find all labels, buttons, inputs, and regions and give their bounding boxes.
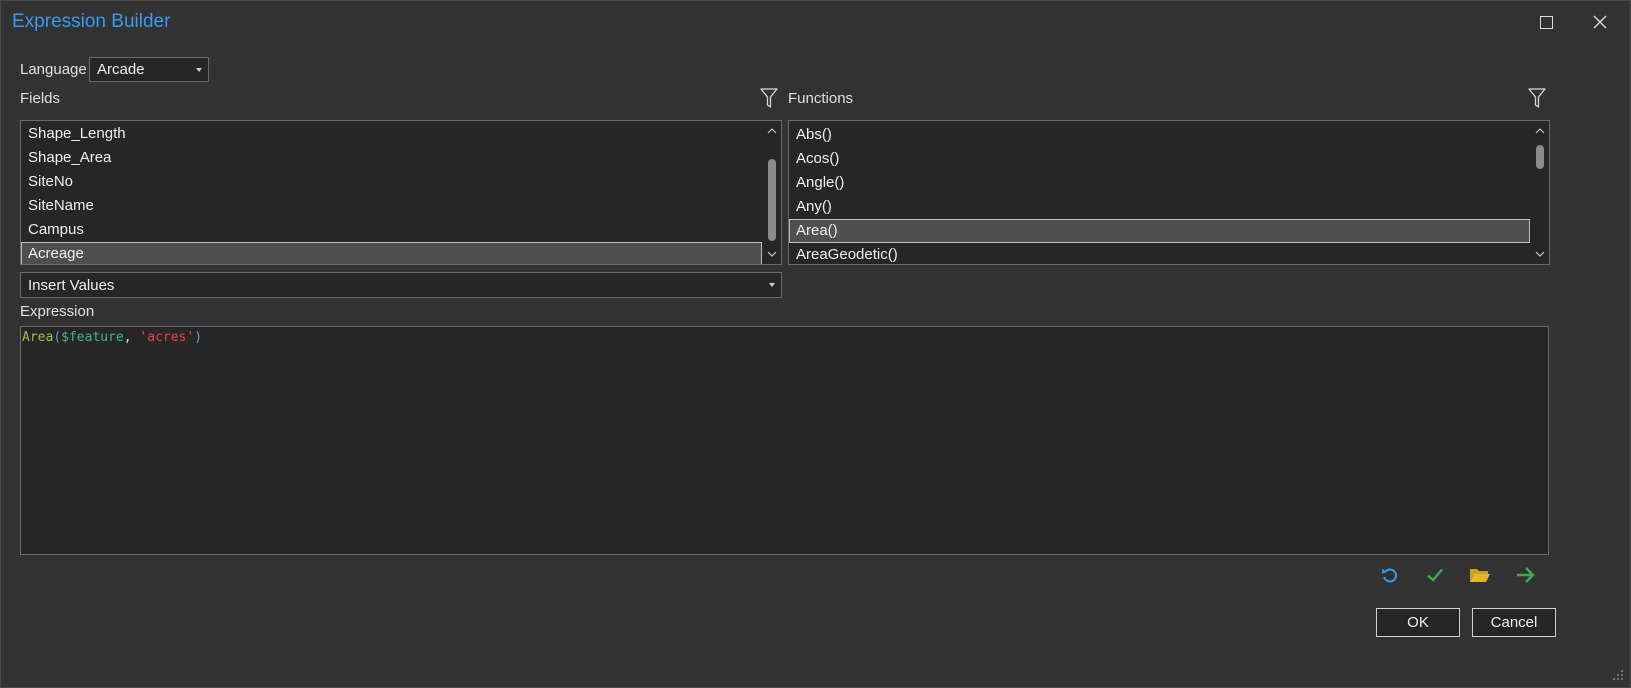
close-button[interactable] [1586, 9, 1614, 35]
list-item-selected[interactable]: Acreage [21, 242, 762, 264]
functions-filter-button[interactable] [1526, 86, 1548, 110]
undo-button[interactable] [1376, 562, 1404, 588]
folder-open-icon [1470, 569, 1490, 582]
close-icon [1593, 15, 1607, 29]
maximize-button[interactable] [1532, 9, 1560, 35]
export-button[interactable] [1512, 562, 1540, 588]
undo-icon [1382, 568, 1397, 583]
filter-icon [760, 88, 778, 108]
functions-scrollbar[interactable] [1531, 121, 1549, 264]
list-item[interactable]: AreaGeodetic() [789, 243, 1530, 264]
fields-list[interactable]: Shape_Length Shape_Area SiteNo SiteName … [20, 120, 782, 265]
list-item[interactable]: Angle() [789, 171, 1530, 195]
fields-label: Fields [20, 90, 61, 107]
expression-open-paren: ( [53, 330, 62, 345]
scrollbar-thumb[interactable] [768, 159, 776, 241]
list-item[interactable]: Shape_Area [21, 146, 762, 170]
chevron-up-icon[interactable] [1531, 123, 1549, 139]
list-item[interactable]: Acos() [789, 147, 1530, 171]
list-item-selected[interactable]: Area() [789, 219, 1530, 243]
expression-string-token: 'acres' [139, 330, 195, 345]
list-item[interactable]: SiteName [21, 194, 762, 218]
expression-editor[interactable]: Area($feature, 'acres') [20, 326, 1549, 555]
expression-comma: , [123, 330, 140, 345]
expression-function-token: Area [22, 330, 54, 345]
resize-grip-icon[interactable] [1612, 669, 1624, 681]
arrow-right-icon [1517, 567, 1535, 583]
title-bar: Expression Builder [1, 1, 1630, 43]
fields-scrollbar[interactable] [763, 121, 781, 264]
chevron-down-icon[interactable] [1531, 246, 1549, 262]
insert-values-dropdown[interactable]: Insert Values [20, 272, 782, 298]
chevron-down-icon [196, 67, 202, 72]
language-label: Language [20, 61, 87, 78]
chevron-down-icon[interactable] [763, 246, 781, 262]
open-button[interactable] [1466, 562, 1494, 588]
expression-builder-dialog: Expression Builder Language Arcade Field… [0, 0, 1631, 688]
functions-label: Functions [788, 90, 854, 107]
ok-button[interactable]: OK [1376, 608, 1460, 637]
list-item[interactable]: Shape_Length [21, 122, 762, 146]
functions-list[interactable]: Abs() Acos() Angle() Any() Area() AreaGe… [788, 120, 1550, 265]
list-item[interactable]: Any() [789, 195, 1530, 219]
cancel-button[interactable]: Cancel [1472, 608, 1556, 637]
expression-close-paren: ) [194, 330, 203, 345]
list-item[interactable]: Campus [21, 218, 762, 242]
language-value: Arcade [97, 61, 145, 78]
expression-label: Expression [20, 303, 95, 320]
list-item[interactable]: SiteNo [21, 170, 762, 194]
chevron-down-icon [769, 283, 775, 287]
scrollbar-thumb[interactable] [1536, 145, 1544, 169]
filter-icon [1528, 88, 1546, 108]
fields-filter-button[interactable] [758, 86, 780, 110]
list-item[interactable]: Abs() [789, 123, 1530, 147]
chevron-up-icon[interactable] [763, 123, 781, 139]
maximize-icon [1539, 15, 1553, 29]
verify-button[interactable] [1421, 562, 1449, 588]
language-select[interactable]: Arcade [89, 57, 209, 82]
dialog-title: Expression Builder [12, 11, 171, 32]
insert-values-label: Insert Values [28, 276, 115, 294]
checkmark-icon [1427, 568, 1443, 582]
expression-variable-token: $feature [61, 330, 124, 345]
